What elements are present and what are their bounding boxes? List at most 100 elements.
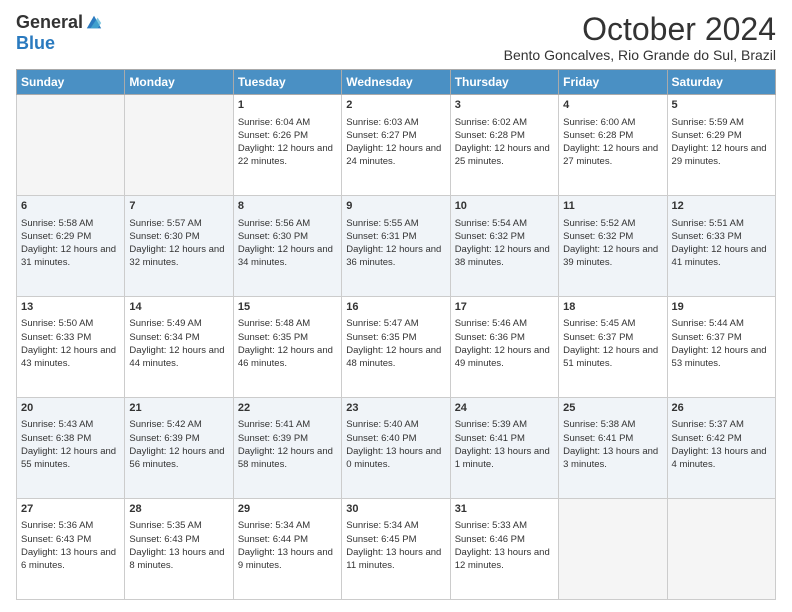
day-number: 2 — [346, 98, 445, 113]
day-number: 22 — [238, 401, 337, 416]
day-info: Sunrise: 5:48 AMSunset: 6:35 PMDaylight:… — [238, 317, 337, 370]
table-cell: 18Sunrise: 5:45 AMSunset: 6:37 PMDayligh… — [559, 297, 667, 398]
calendar-row: 27 Sunrise: 5:36 AMSunset: 6:43 PMDayligh… — [17, 499, 776, 600]
day-number: 14 — [129, 300, 228, 315]
table-cell: 11 Sunrise: 5:52 AMSunset: 6:32 PMDayligh… — [559, 196, 667, 297]
location: Bento Goncalves, Rio Grande do Sul, Braz… — [504, 47, 776, 63]
table-cell: 26Sunrise: 5:37 AMSunset: 6:42 PMDayligh… — [667, 398, 775, 499]
day-number: 13 — [21, 300, 120, 315]
calendar-row: 13 Sunrise: 5:50 AMSunset: 6:33 PMDayligh… — [17, 297, 776, 398]
col-sunday: Sunday — [17, 70, 125, 95]
day-info: Sunrise: 5:43 AMSunset: 6:38 PMDaylight:… — [21, 418, 120, 471]
day-number: 21 — [129, 401, 228, 416]
day-info: Sunrise: 5:47 AMSunset: 6:35 PMDaylight:… — [346, 317, 445, 370]
table-cell: 12Sunrise: 5:51 AMSunset: 6:33 PMDayligh… — [667, 196, 775, 297]
table-cell: 19 Sunrise: 5:44 AMSunset: 6:37 PMDayligh… — [667, 297, 775, 398]
table-cell: 10Sunrise: 5:54 AMSunset: 6:32 PMDayligh… — [450, 196, 558, 297]
calendar-row: 1 Sunrise: 6:04 AMSunset: 6:26 PMDaylight… — [17, 95, 776, 196]
table-cell: 28 Sunrise: 5:35 AMSunset: 6:43 PMDayligh… — [125, 499, 233, 600]
table-cell: 7 Sunrise: 5:57 AMSunset: 6:30 PMDaylight… — [125, 196, 233, 297]
day-info: Sunrise: 5:35 AMSunset: 6:43 PMDaylight:… — [129, 519, 228, 572]
logo-blue-text: Blue — [16, 33, 55, 54]
day-number: 28 — [129, 502, 228, 517]
day-info: Sunrise: 5:34 AMSunset: 6:45 PMDaylight:… — [346, 519, 445, 572]
table-cell: 23Sunrise: 5:40 AMSunset: 6:40 PMDayligh… — [342, 398, 450, 499]
logo-icon — [85, 14, 103, 32]
month-title: October 2024 — [504, 12, 776, 47]
table-cell: 29Sunrise: 5:34 AMSunset: 6:44 PMDayligh… — [233, 499, 341, 600]
day-info: Sunrise: 5:45 AMSunset: 6:37 PMDaylight:… — [563, 317, 662, 370]
table-cell: 24Sunrise: 5:39 AMSunset: 6:41 PMDayligh… — [450, 398, 558, 499]
calendar-row: 20 Sunrise: 5:43 AMSunset: 6:38 PMDayligh… — [17, 398, 776, 499]
table-cell: 21 Sunrise: 5:42 AMSunset: 6:39 PMDayligh… — [125, 398, 233, 499]
table-cell: 4 Sunrise: 6:00 AMSunset: 6:28 PMDaylight… — [559, 95, 667, 196]
day-number: 3 — [455, 98, 554, 113]
table-cell: 25Sunrise: 5:38 AMSunset: 6:41 PMDayligh… — [559, 398, 667, 499]
table-cell: 6Sunrise: 5:58 AMSunset: 6:29 PMDaylight… — [17, 196, 125, 297]
day-number: 20 — [21, 401, 120, 416]
table-cell: 22 Sunrise: 5:41 AMSunset: 6:39 PMDayligh… — [233, 398, 341, 499]
calendar-table: Sunday Monday Tuesday Wednesday Thursday… — [16, 69, 776, 600]
day-number: 24 — [455, 401, 554, 416]
day-number: 19 — [672, 300, 771, 315]
table-cell: 27 Sunrise: 5:36 AMSunset: 6:43 PMDayligh… — [17, 499, 125, 600]
table-cell: 31Sunrise: 5:33 AMSunset: 6:46 PMDayligh… — [450, 499, 558, 600]
day-info: Sunrise: 5:49 AMSunset: 6:34 PMDaylight:… — [129, 317, 228, 370]
calendar-row: 6Sunrise: 5:58 AMSunset: 6:29 PMDaylight… — [17, 196, 776, 297]
table-cell: 9 Sunrise: 5:55 AMSunset: 6:31 PMDaylight… — [342, 196, 450, 297]
logo-general-text: General — [16, 12, 83, 33]
day-info: Sunrise: 5:42 AMSunset: 6:39 PMDaylight:… — [129, 418, 228, 471]
table-cell — [559, 499, 667, 600]
table-cell: 8Sunrise: 5:56 AMSunset: 6:30 PMDaylight… — [233, 196, 341, 297]
title-block: October 2024 Bento Goncalves, Rio Grande… — [504, 12, 776, 63]
day-number: 16 — [346, 300, 445, 315]
day-number: 15 — [238, 300, 337, 315]
table-cell: 2Sunrise: 6:03 AMSunset: 6:27 PMDaylight… — [342, 95, 450, 196]
day-number: 25 — [563, 401, 662, 416]
day-info: Sunrise: 6:02 AMSunset: 6:28 PMDaylight:… — [455, 116, 554, 169]
table-cell: 13 Sunrise: 5:50 AMSunset: 6:33 PMDayligh… — [17, 297, 125, 398]
day-info: Sunrise: 6:04 AMSunset: 6:26 PMDaylight:… — [238, 116, 337, 169]
table-cell: 20 Sunrise: 5:43 AMSunset: 6:38 PMDayligh… — [17, 398, 125, 499]
day-number: 31 — [455, 502, 554, 517]
day-info: Sunrise: 5:59 AMSunset: 6:29 PMDaylight:… — [672, 116, 771, 169]
page: General Blue October 2024 Bento Goncalve… — [0, 0, 792, 612]
table-cell — [125, 95, 233, 196]
col-friday: Friday — [559, 70, 667, 95]
day-info: Sunrise: 5:52 AMSunset: 6:32 PMDaylight:… — [563, 217, 662, 270]
day-info: Sunrise: 5:55 AMSunset: 6:31 PMDaylight:… — [346, 217, 445, 270]
day-number: 23 — [346, 401, 445, 416]
day-number: 30 — [346, 502, 445, 517]
day-info: Sunrise: 5:34 AMSunset: 6:44 PMDaylight:… — [238, 519, 337, 572]
table-cell: 17Sunrise: 5:46 AMSunset: 6:36 PMDayligh… — [450, 297, 558, 398]
day-number: 9 — [346, 199, 445, 214]
day-info: Sunrise: 5:44 AMSunset: 6:37 PMDaylight:… — [672, 317, 771, 370]
day-info: Sunrise: 5:50 AMSunset: 6:33 PMDaylight:… — [21, 317, 120, 370]
table-cell: 3 Sunrise: 6:02 AMSunset: 6:28 PMDaylight… — [450, 95, 558, 196]
table-cell — [667, 499, 775, 600]
table-cell: 16 Sunrise: 5:47 AMSunset: 6:35 PMDayligh… — [342, 297, 450, 398]
day-number: 27 — [21, 502, 120, 517]
day-info: Sunrise: 5:36 AMSunset: 6:43 PMDaylight:… — [21, 519, 120, 572]
table-cell: 30 Sunrise: 5:34 AMSunset: 6:45 PMDayligh… — [342, 499, 450, 600]
day-info: Sunrise: 5:56 AMSunset: 6:30 PMDaylight:… — [238, 217, 337, 270]
day-info: Sunrise: 5:51 AMSunset: 6:33 PMDaylight:… — [672, 217, 771, 270]
table-cell: 14 Sunrise: 5:49 AMSunset: 6:34 PMDayligh… — [125, 297, 233, 398]
day-info: Sunrise: 5:57 AMSunset: 6:30 PMDaylight:… — [129, 217, 228, 270]
col-tuesday: Tuesday — [233, 70, 341, 95]
header: General Blue October 2024 Bento Goncalve… — [16, 12, 776, 63]
logo: General Blue — [16, 12, 103, 54]
col-monday: Monday — [125, 70, 233, 95]
table-cell — [17, 95, 125, 196]
day-number: 11 — [563, 199, 662, 214]
day-number: 5 — [672, 98, 771, 113]
day-number: 1 — [238, 98, 337, 113]
day-info: Sunrise: 6:00 AMSunset: 6:28 PMDaylight:… — [563, 116, 662, 169]
day-number: 7 — [129, 199, 228, 214]
day-number: 10 — [455, 199, 554, 214]
day-number: 4 — [563, 98, 662, 113]
day-info: Sunrise: 5:41 AMSunset: 6:39 PMDaylight:… — [238, 418, 337, 471]
col-saturday: Saturday — [667, 70, 775, 95]
day-info: Sunrise: 5:58 AMSunset: 6:29 PMDaylight:… — [21, 217, 120, 270]
table-cell: 1 Sunrise: 6:04 AMSunset: 6:26 PMDaylight… — [233, 95, 341, 196]
